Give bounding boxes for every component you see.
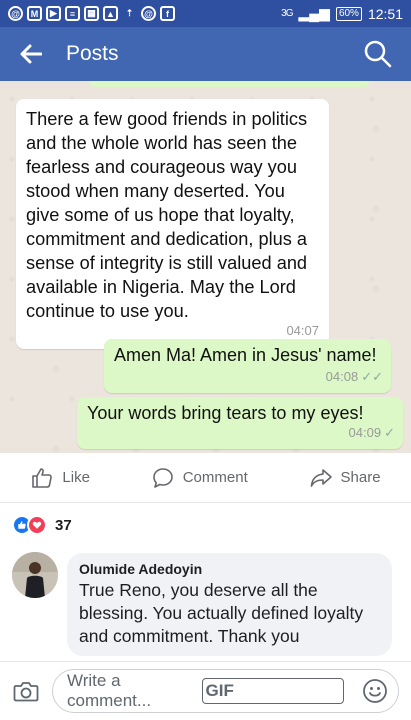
back-button[interactable] <box>18 41 44 67</box>
comment-label: Comment <box>182 469 248 486</box>
comment-placeholder: Write a comment... <box>67 671 152 710</box>
clock: 12:51 <box>367 5 403 22</box>
at-icon: @ <box>8 6 23 21</box>
comment-composer: Write a comment... GIF <box>0 661 411 720</box>
share-button[interactable]: Share <box>309 466 381 490</box>
outgoing-message-text: Your words bring tears to my eyes! <box>87 403 364 423</box>
incoming-message-text: There a few good friends in politics and… <box>26 109 308 321</box>
message-time: 04:09 <box>348 425 382 440</box>
message-meta: 04:09 ✓ <box>349 421 395 445</box>
comment-button[interactable]: Comment <box>151 466 248 490</box>
post-actions: Like Comment Share <box>0 453 411 503</box>
page-title: Posts <box>66 42 119 65</box>
comment-input[interactable]: Write a comment... GIF <box>52 669 399 713</box>
message-meta: 04:08 ✓✓ <box>326 365 383 389</box>
comment-bubble[interactable]: Olumide Adedoyin True Reno, you deserve … <box>67 553 392 656</box>
signal-icon: ▂▄▆ <box>298 5 330 21</box>
image-icon: ▦ <box>84 6 99 21</box>
download-icon: ▲ <box>103 6 118 21</box>
youtube-icon: ▶ <box>46 6 61 21</box>
arrow-left-icon <box>20 44 42 64</box>
outgoing-message-text: Amen Ma! Amen in Jesus' name! <box>114 345 377 365</box>
post-image-chat[interactable]: There a few good friends in politics and… <box>0 81 411 453</box>
avatar-image <box>12 552 58 598</box>
avatar[interactable] <box>12 552 58 598</box>
emoji-icon[interactable] <box>362 678 388 704</box>
facebook-icon: f <box>160 6 175 21</box>
chat-bubble-partial <box>89 81 369 87</box>
gif-button[interactable]: GIF <box>201 678 344 704</box>
at-icon: @ <box>141 6 156 21</box>
love-reaction-icon <box>27 515 47 535</box>
incoming-message: There a few good friends in politics and… <box>16 99 329 349</box>
check-icon: ✓ <box>384 425 395 440</box>
camera-icon[interactable] <box>12 677 40 705</box>
like-label: Like <box>62 469 90 486</box>
like-button[interactable]: Like <box>30 466 90 490</box>
share-icon <box>310 468 332 487</box>
reactions-summary[interactable]: 37 <box>12 514 72 536</box>
network-type: 3G <box>281 8 293 19</box>
reaction-count: 37 <box>55 516 72 534</box>
battery-indicator: 60% <box>335 6 362 21</box>
comment-text: True Reno, you deserve all the blessing.… <box>79 580 364 646</box>
thumbs-up-icon <box>32 467 53 488</box>
upload-icon: ⇡ <box>125 8 134 18</box>
comment-icon <box>152 467 173 488</box>
search-icon[interactable] <box>363 39 393 69</box>
outgoing-message: Amen Ma! Amen in Jesus' name! 04:08 ✓✓ <box>104 339 391 393</box>
outgoing-message: Your words bring tears to my eyes! 04:09… <box>77 397 403 449</box>
notification-icon: ≡ <box>65 6 80 21</box>
mail-icon: M <box>27 6 42 21</box>
app-bar: Posts <box>0 27 411 81</box>
double-check-icon: ✓✓ <box>361 369 383 384</box>
message-time: 04:08 <box>325 369 359 384</box>
share-label: Share <box>340 469 381 486</box>
notification-icons: @ M ▶ ≡ ▦ ▲ ⇡ @ f <box>8 6 175 21</box>
status-bar: @ M ▶ ≡ ▦ ▲ ⇡ @ f 3G ▂▄▆ 60% 12:51 <box>0 0 411 27</box>
comment-author[interactable]: Olumide Adedoyin <box>79 561 380 577</box>
